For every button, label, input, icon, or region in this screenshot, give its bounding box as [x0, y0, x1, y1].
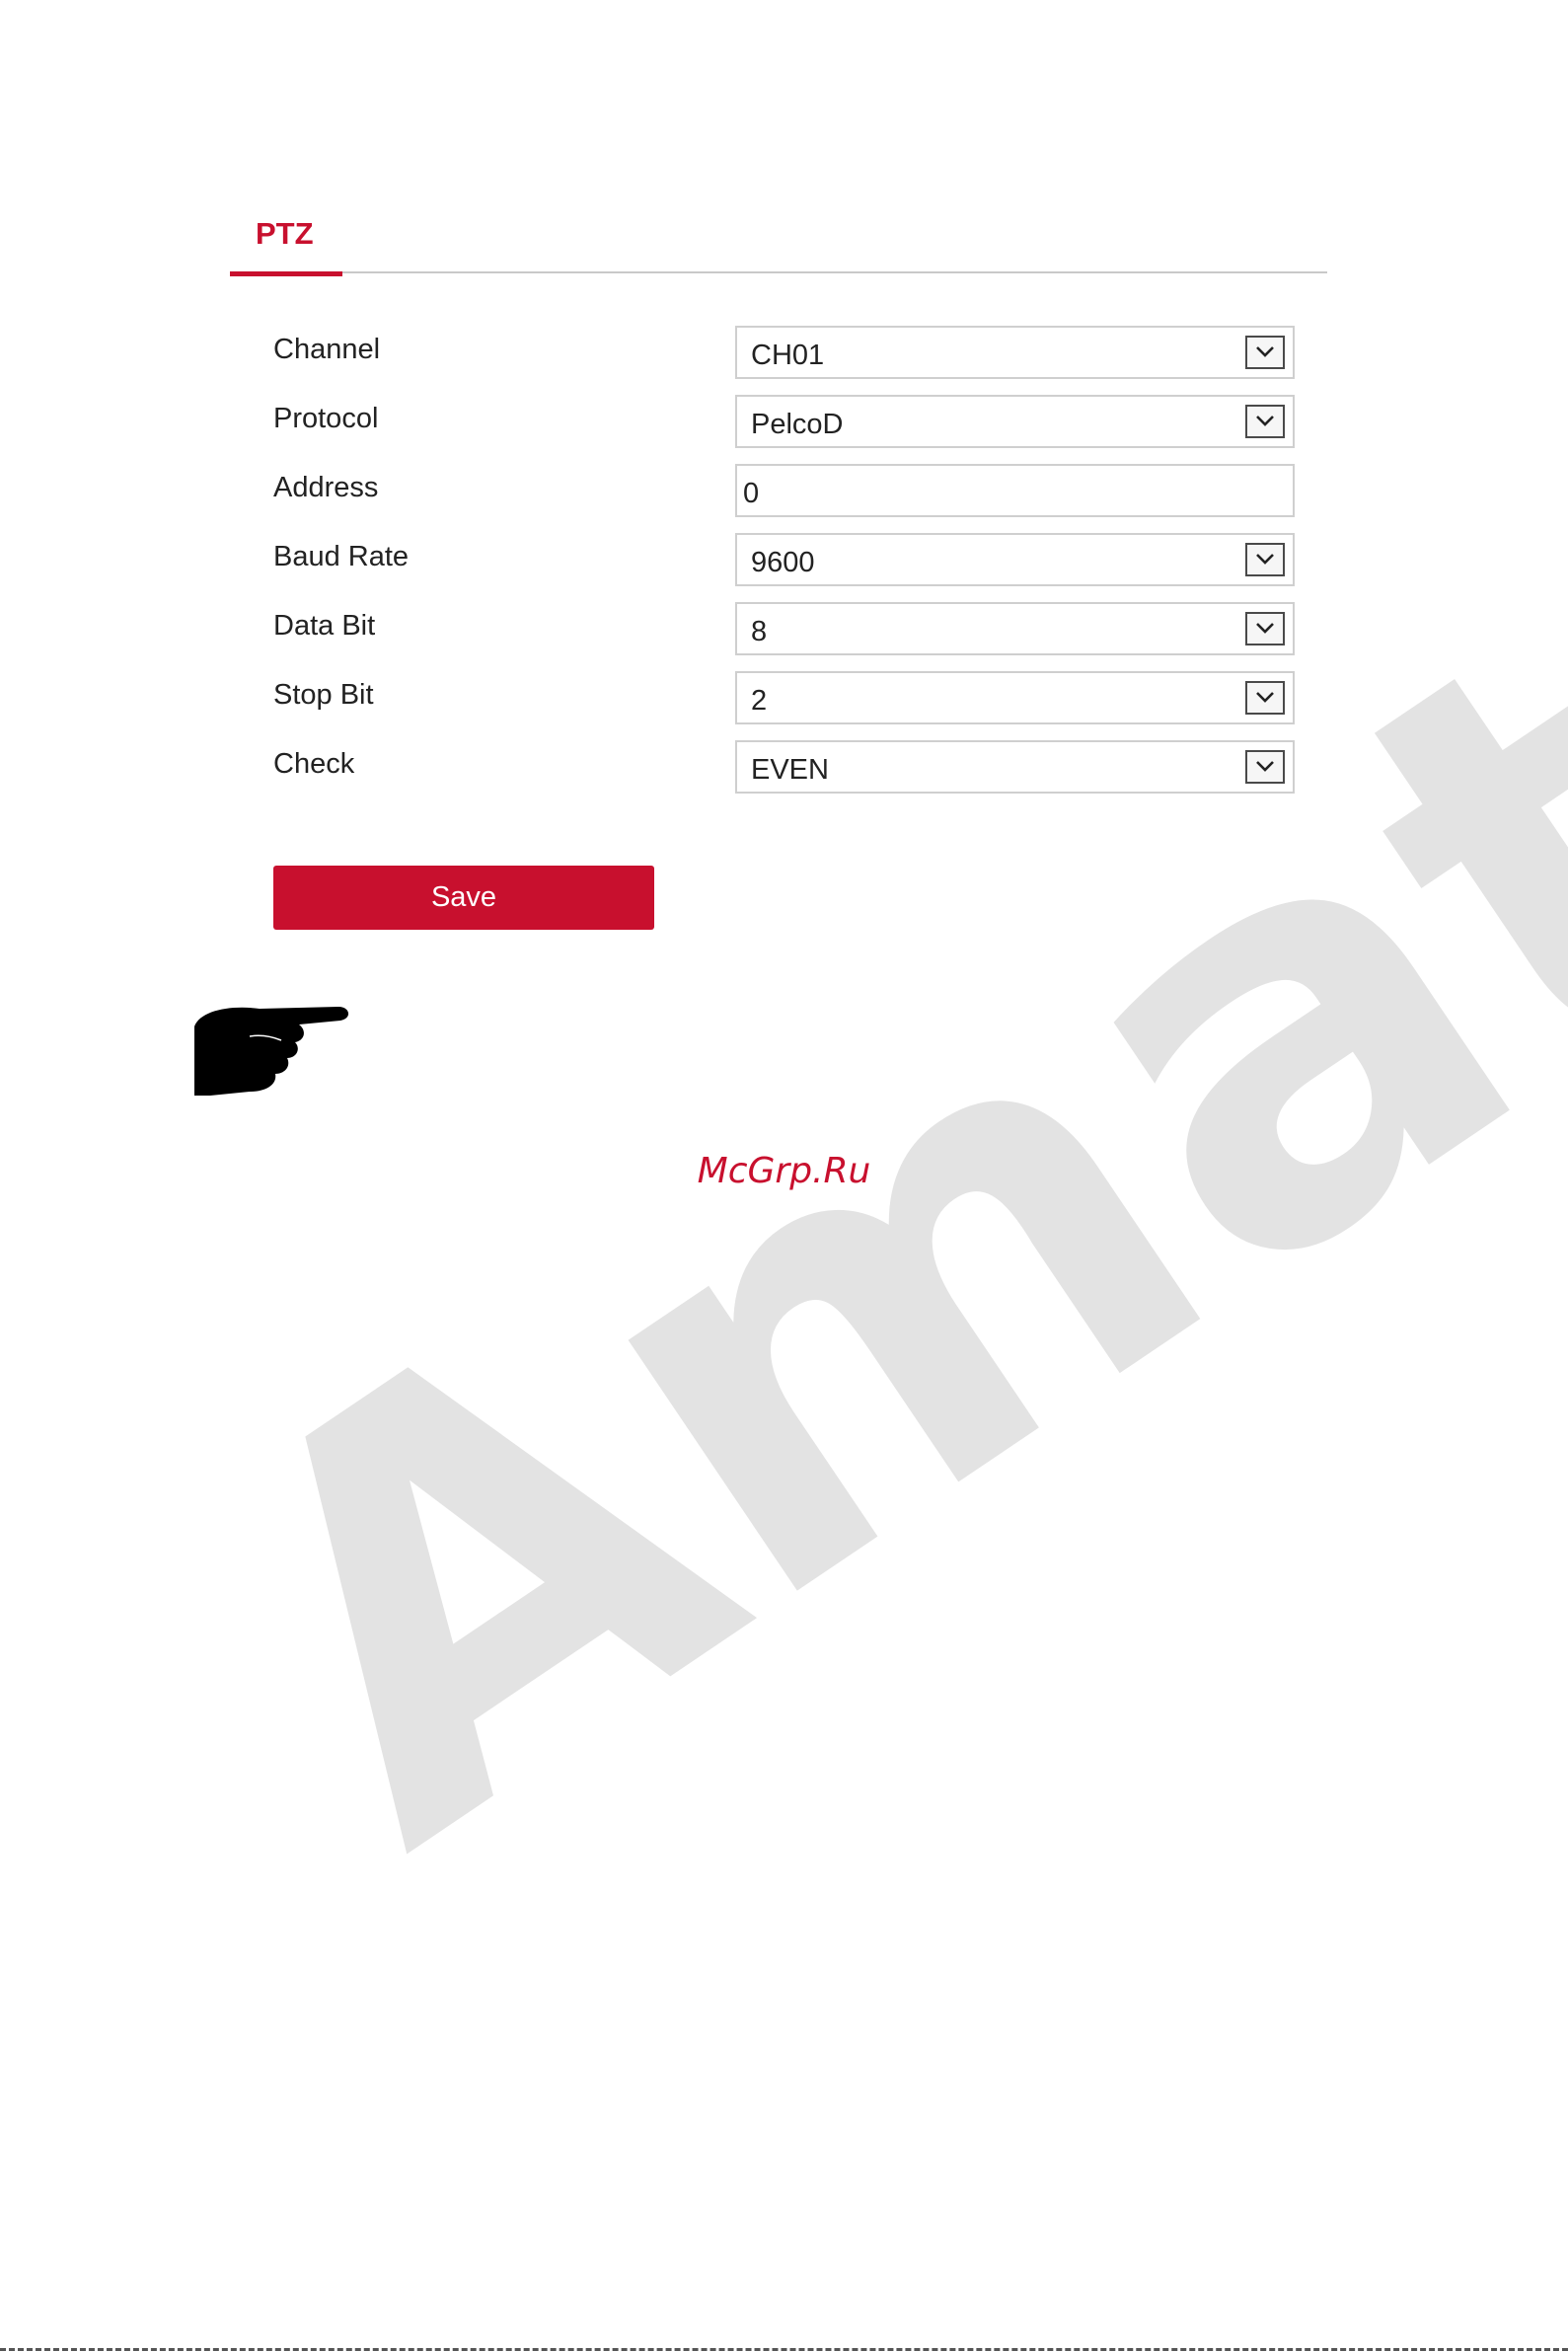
stop-bit-label: Stop Bit — [273, 679, 374, 711]
address-input[interactable]: 0 — [735, 464, 1295, 517]
data-bit-row: Data Bit 8 — [273, 602, 1300, 671]
site-mark: McGrp.Ru — [697, 1151, 871, 1191]
check-label: Check — [273, 748, 355, 780]
data-bit-select[interactable]: 8 — [735, 602, 1295, 655]
check-select[interactable]: EVEN — [735, 740, 1295, 794]
chevron-down-icon[interactable] — [1245, 336, 1285, 369]
address-value: 0 — [743, 478, 760, 509]
channel-label: Channel — [273, 334, 381, 365]
data-bit-value: 8 — [751, 616, 768, 647]
check-value: EVEN — [751, 754, 829, 786]
baud-rate-select[interactable]: 9600 — [735, 533, 1295, 586]
baud-rate-label: Baud Rate — [273, 541, 410, 572]
pointing-hand-icon — [194, 1007, 349, 1096]
baud-rate-value: 9600 — [751, 547, 815, 578]
protocol-row: Protocol PelcoD — [273, 395, 1300, 464]
tab-ptz-label: PTZ — [256, 216, 314, 251]
protocol-value: PelcoD — [751, 409, 844, 440]
protocol-label: Protocol — [273, 403, 379, 434]
channel-select[interactable]: CH01 — [735, 326, 1295, 379]
ptz-form: Channel CH01 Protocol PelcoD Address 0 B… — [273, 326, 1300, 809]
data-bit-label: Data Bit — [273, 610, 376, 642]
baud-rate-row: Baud Rate 9600 — [273, 533, 1300, 602]
stop-bit-select[interactable]: 2 — [735, 671, 1295, 724]
bottom-divider — [0, 2348, 1568, 2351]
chevron-down-icon[interactable] — [1245, 543, 1285, 576]
stop-bit-row: Stop Bit 2 — [273, 671, 1300, 740]
chevron-down-icon[interactable] — [1245, 681, 1285, 715]
chevron-down-icon[interactable] — [1245, 750, 1285, 784]
tab-bar: PTZ — [230, 202, 1327, 276]
check-row: Check EVEN — [273, 740, 1300, 809]
address-label: Address — [273, 472, 379, 503]
save-button[interactable]: Save — [273, 866, 654, 930]
tab-ptz[interactable]: PTZ — [230, 202, 342, 276]
chevron-down-icon[interactable] — [1245, 612, 1285, 645]
channel-value: CH01 — [751, 340, 825, 371]
chevron-down-icon[interactable] — [1245, 405, 1285, 438]
stop-bit-value: 2 — [751, 685, 768, 717]
protocol-select[interactable]: PelcoD — [735, 395, 1295, 448]
channel-row: Channel CH01 — [273, 326, 1300, 395]
address-row: Address 0 — [273, 464, 1300, 533]
